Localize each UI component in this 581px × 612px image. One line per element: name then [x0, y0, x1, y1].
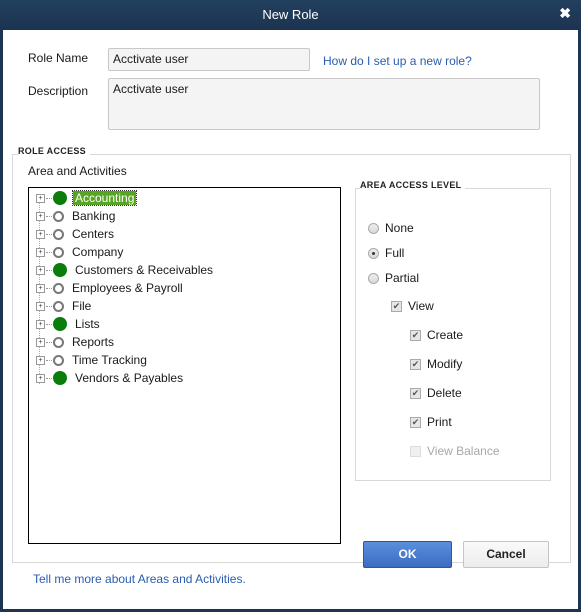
tree-connector [46, 341, 52, 343]
checkbox [410, 445, 421, 457]
radio-label: None [385, 221, 414, 235]
title-bar[interactable]: New Role ✖ [0, 0, 581, 30]
tree-item-label: Company [72, 245, 124, 259]
tree-connector [46, 269, 52, 271]
expand-icon[interactable]: + [36, 265, 45, 275]
checkbox[interactable]: ✔ [391, 300, 402, 312]
tree-item[interactable]: + Company [29, 243, 125, 261]
radio-label: Full [385, 246, 405, 260]
tree-connector [46, 215, 52, 217]
tree-item-label: Employees & Payroll [72, 281, 183, 295]
dialog-title: New Role [262, 7, 319, 22]
no-access-icon [53, 210, 64, 222]
checkbox[interactable]: ✔ [410, 358, 421, 370]
no-access-icon [53, 282, 64, 294]
tree-connector [46, 233, 52, 235]
checkbox-label: Delete [427, 386, 462, 400]
expand-icon[interactable]: + [36, 337, 45, 347]
tree-item[interactable]: + Customers & Receivables [29, 261, 215, 279]
tree-connector [46, 305, 52, 307]
full-access-icon [53, 191, 67, 205]
tree-item-label: File [72, 299, 92, 313]
tree-item-label: Lists [75, 317, 100, 331]
areas-help-link[interactable]: Tell me more about Areas and Activities. [33, 572, 246, 586]
role-access-title: ROLE ACCESS [18, 146, 90, 156]
tree-item-label: Banking [72, 209, 116, 223]
dialog-body: Role Name Acctivate user How do I set up… [3, 30, 578, 609]
checkbox-label: Print [427, 415, 452, 429]
tree-connector [46, 251, 52, 253]
setup-role-help-link[interactable]: How do I set up a new role? [323, 54, 472, 68]
areas-tree[interactable]: + Accounting + Banking + Centers + Company + Cust… [28, 187, 341, 544]
expand-icon[interactable]: + [36, 193, 45, 203]
tree-item[interactable]: + Vendors & Payables [29, 369, 185, 387]
tree-item[interactable]: + Time Tracking [29, 351, 149, 369]
tree-connector [46, 377, 52, 379]
areas-label: Area and Activities [28, 164, 127, 178]
radio-none[interactable]: None [368, 221, 414, 235]
access-level-title: AREA ACCESS LEVEL [360, 180, 466, 190]
expand-icon[interactable]: + [36, 319, 45, 329]
tree-connector [46, 287, 52, 289]
tree-item-label: Centers [72, 227, 115, 241]
tree-item[interactable]: + Centers [29, 225, 116, 243]
expand-icon[interactable]: + [36, 283, 45, 293]
expand-icon[interactable]: + [36, 373, 45, 383]
tree-item-label: Accounting [71, 190, 138, 206]
tree-item-label: Time Tracking [72, 353, 147, 367]
checkbox-label: View Balance [427, 444, 500, 458]
expand-icon[interactable]: + [36, 355, 45, 365]
radio-full[interactable]: Full [368, 246, 404, 260]
tree-connector [46, 323, 52, 325]
tree-item[interactable]: + Lists [29, 315, 102, 333]
tree-connector [46, 359, 52, 361]
expand-icon[interactable]: + [36, 211, 45, 221]
checkbox[interactable]: ✔ [410, 416, 421, 428]
checkbox[interactable]: ✔ [410, 387, 421, 399]
expand-icon[interactable]: + [36, 229, 45, 239]
checkbox-activity[interactable]: ✔ Modify [410, 357, 462, 371]
checkbox-label: Create [427, 328, 464, 342]
radio-partial[interactable]: Partial [368, 271, 419, 285]
tree-item-label: Customers & Receivables [75, 263, 214, 277]
no-access-icon [53, 354, 64, 366]
checkbox-label: Modify [427, 357, 463, 371]
radio-label: Partial [385, 271, 420, 285]
checkbox-view[interactable]: ✔ View [391, 299, 434, 313]
tree-connector [46, 197, 52, 199]
no-access-icon [53, 228, 64, 240]
checkbox-activity: View Balance [410, 444, 500, 458]
no-access-icon [53, 246, 64, 258]
role-name-input[interactable]: Acctivate user [108, 48, 310, 71]
checkbox-activity[interactable]: ✔ Create [410, 328, 463, 342]
no-access-icon [53, 300, 64, 312]
checkbox-activity[interactable]: ✔ Print [410, 415, 452, 429]
expand-icon[interactable]: + [36, 247, 45, 257]
tree-item[interactable]: + Banking [29, 207, 117, 225]
radio-button[interactable] [368, 247, 379, 259]
tree-item-label: Vendors & Payables [75, 371, 184, 385]
close-icon[interactable]: ✖ [559, 5, 571, 22]
tree-item[interactable]: + Accounting [29, 189, 138, 207]
expand-icon[interactable]: + [36, 301, 45, 311]
full-access-icon [53, 263, 67, 277]
description-label: Description [28, 84, 89, 98]
tree-item-label: Reports [72, 335, 115, 349]
role-name-label: Role Name [28, 51, 89, 65]
checkbox[interactable]: ✔ [410, 329, 421, 341]
description-input[interactable]: Acctivate user [108, 78, 540, 130]
checkbox-activity[interactable]: ✔ Delete [410, 386, 462, 400]
radio-button[interactable] [368, 272, 379, 284]
full-access-icon [53, 317, 67, 331]
full-access-icon [53, 371, 67, 385]
checkbox-label: View [408, 299, 434, 313]
tree-item[interactable]: + Employees & Payroll [29, 279, 185, 297]
tree-item[interactable]: + Reports [29, 333, 116, 351]
tree-item[interactable]: + File [29, 297, 93, 315]
cancel-button[interactable]: Cancel [463, 541, 549, 568]
ok-button[interactable]: OK [363, 541, 452, 568]
radio-button[interactable] [368, 222, 379, 234]
no-access-icon [53, 336, 64, 348]
new-role-dialog: New Role ✖ Role Name Acctivate user How … [0, 0, 581, 612]
